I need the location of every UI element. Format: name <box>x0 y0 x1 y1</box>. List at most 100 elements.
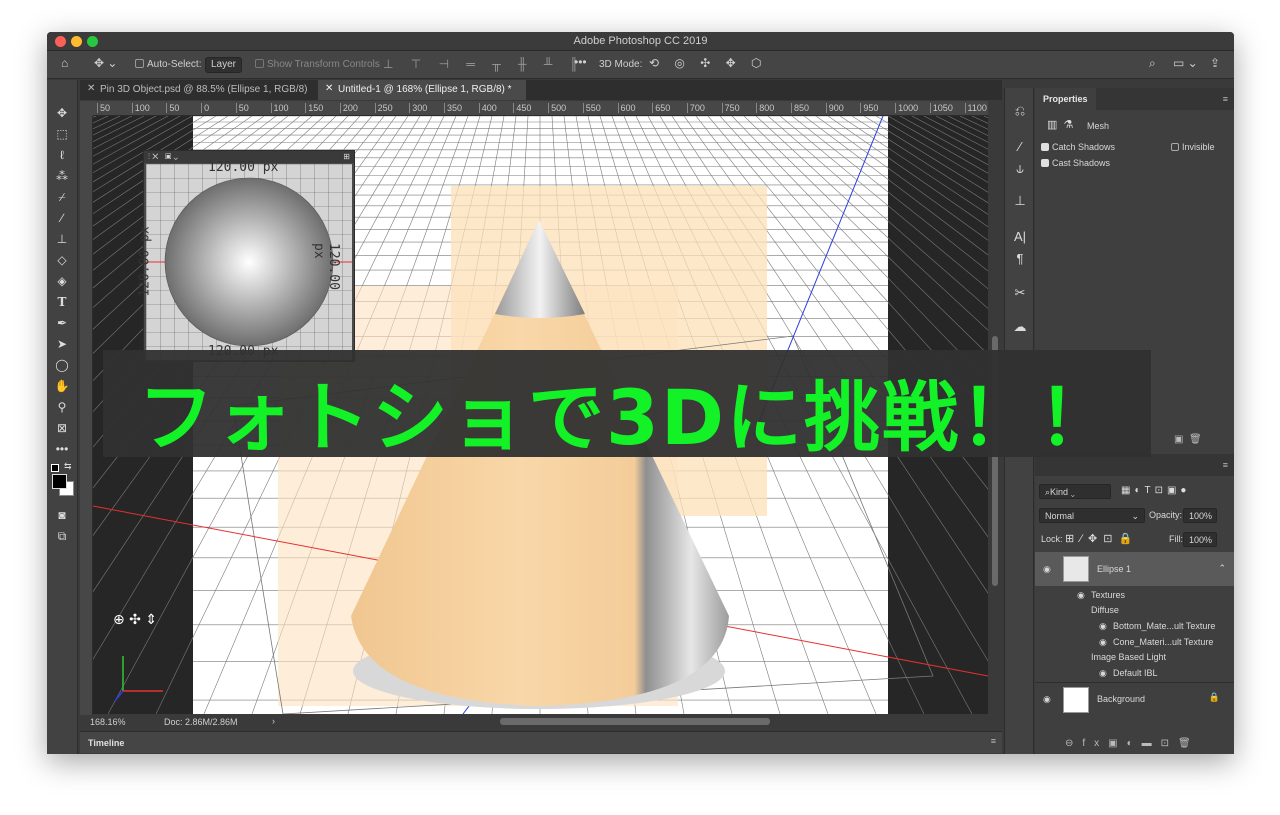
ruler-tick-label: 800 <box>756 103 774 113</box>
stamp-tool-icon[interactable]: ⊥ <box>53 230 71 248</box>
layer-row-background[interactable]: ◉ Background 🔒 <box>1035 682 1234 714</box>
visibility-eye-icon[interactable]: ◉ <box>1043 694 1051 705</box>
ruler-tick-label: 750 <box>721 103 740 113</box>
ruler-tick-label: 350 <box>444 103 462 113</box>
path-select-tool-icon[interactable]: ➤ <box>53 335 71 353</box>
layer-row-ellipse-1[interactable]: ◉ Ellipse 1 ⌃ <box>1035 552 1234 586</box>
layers-menu-icon[interactable]: ≡ <box>1223 460 1228 470</box>
timeline-menu-icon[interactable]: ≡ <box>991 736 996 746</box>
mesh-label: Mesh <box>1087 121 1110 131</box>
invisible-checkbox[interactable]: Invisible <box>1171 142 1215 152</box>
filter-kind-dropdown[interactable]: ⌕Kind ⌄ <box>1039 484 1111 499</box>
layer-row-image-based-light[interactable]: Image Based Light <box>1035 650 1234 666</box>
properties-tab[interactable]: Properties <box>1035 88 1096 110</box>
visibility-eye-icon[interactable]: ◉ <box>1099 668 1107 679</box>
tab-untitled-1[interactable]: ✕ Untitled-1 @ 168% (Ellipse 1, RGB/8) * <box>318 80 526 100</box>
zoom-level[interactable]: 168.16% <box>90 717 126 727</box>
layer-row-diffuse[interactable]: Diffuse <box>1035 603 1234 619</box>
swap-colors-icon[interactable]: ⇆ <box>64 461 72 472</box>
workspace-icon[interactable]: ▭ ⌄ <box>1173 56 1198 70</box>
default-colors-icon[interactable] <box>51 464 59 472</box>
search-icon[interactable]: ⌕ <box>1149 56 1156 71</box>
auto-select-dropdown[interactable]: Layer <box>205 57 243 73</box>
layer-row-default-ibl[interactable]: ◉ Default IBL <box>1035 666 1234 682</box>
opacity-label: Opacity: <box>1149 510 1183 520</box>
window-title: Adobe Photoshop CC 2019 <box>573 35 708 47</box>
banner-text: フォトショで3Dに挑戦！！ <box>138 373 1116 462</box>
blend-mode-dropdown[interactable]: Normal ⌄ <box>1039 508 1145 523</box>
expand-chevron-icon[interactable]: ⌃ <box>1218 563 1226 574</box>
clone-source-icon[interactable]: ⊥ <box>1011 192 1029 210</box>
cast-shadows-checkbox[interactable]: Cast Shadows <box>1041 158 1110 168</box>
3d-mode-icons[interactable]: ⟲ ◎ ✣ ✥ ⬡ <box>649 56 767 70</box>
move-tool-icon[interactable]: ✥ ⌄ <box>94 56 117 70</box>
visibility-eye-icon[interactable]: ◉ <box>1099 621 1107 632</box>
layer-row-cone-material[interactable]: ◉ Cone_Materi...ult Texture <box>1035 635 1234 651</box>
ruler-tick-label: 650 <box>652 103 670 113</box>
visibility-eye-icon[interactable]: ◉ <box>1099 637 1107 648</box>
left-dimension-label: 120.00 px <box>137 226 153 297</box>
lock-icons[interactable]: ⊞∕✥⊡🔒 <box>1065 532 1138 545</box>
magic-wand-tool-icon[interactable]: ⁂ <box>53 167 71 185</box>
brush-tool-icon[interactable]: ∕ <box>53 209 71 227</box>
pen-tool-icon[interactable]: ✒ <box>53 314 71 332</box>
visibility-eye-icon[interactable]: ◉ <box>1077 590 1085 601</box>
more-options-icon[interactable]: ••• <box>574 55 587 69</box>
show-transform-checkbox[interactable]: Show Transform Controls <box>255 59 380 70</box>
move-tool-icon[interactable]: ✥ <box>53 104 71 122</box>
opacity-field[interactable]: 100% <box>1183 508 1217 523</box>
tab-pin-3d-object[interactable]: ✕ Pin 3D Object.psd @ 88.5% (Ellipse 1, … <box>80 80 318 100</box>
3d-nav-icons[interactable]: ⊕ ✣ ⇕ <box>113 612 157 628</box>
brushes-icon[interactable]: ⫝ <box>1011 160 1029 178</box>
layer-name: Cone_Materi...ult Texture <box>1113 637 1214 647</box>
title-bar: Adobe Photoshop CC 2019 <box>47 32 1234 51</box>
brush-settings-icon[interactable]: ∕ <box>1011 138 1029 156</box>
secondary-view-panel[interactable]: ⫶ ✕ ▣ ⌄ ⊞ 120.00 px 120.00 px 120.00 px … <box>138 150 355 362</box>
marquee-tool-icon[interactable]: ⬚ <box>53 125 71 143</box>
ruler-tick-label: 50 <box>97 103 110 113</box>
layer-row-textures[interactable]: ◉ Textures <box>1035 588 1234 604</box>
timeline-tab[interactable]: Timeline <box>88 738 124 748</box>
ruler-tick-label: 450 <box>513 103 531 113</box>
status-arrow-icon[interactable]: › <box>272 716 275 726</box>
eraser-tool-icon[interactable]: ◇ <box>53 251 71 269</box>
more-tools-icon[interactable]: ••• <box>53 440 71 458</box>
character-icon[interactable]: A| <box>1011 228 1029 246</box>
align-icons[interactable]: ⊥ ⊤ ⊣ ═ ╥ ╫ ╨ ║ <box>383 57 585 71</box>
eyedropper-tool-icon[interactable]: ⌿ <box>53 188 71 206</box>
zoom-tool-icon[interactable]: ⚲ <box>53 398 71 416</box>
screen-mode-icon[interactable]: ⧉ <box>53 527 71 545</box>
ellipse-tool-icon[interactable]: ◯ <box>53 356 71 374</box>
libraries-icon[interactable]: ☁ <box>1011 318 1029 336</box>
lasso-tool-icon[interactable]: ℓ <box>53 146 71 164</box>
paragraph-icon[interactable]: ¶ <box>1011 250 1029 268</box>
foreground-color-swatch[interactable] <box>52 474 67 489</box>
type-tool-icon[interactable]: T <box>53 293 71 311</box>
layer-row-bottom-material[interactable]: ◉ Bottom_Mate...ult Texture <box>1035 619 1234 635</box>
hand-tool-icon[interactable]: ✋ <box>53 377 71 395</box>
horizontal-scroll-thumb[interactable] <box>500 718 770 725</box>
frame-tool-icon[interactable]: ⊠ <box>53 419 71 437</box>
panel-menu-icon[interactable]: ≡ <box>1223 94 1228 104</box>
mesh-type-icons[interactable]: ▥ ⚗ <box>1047 118 1073 131</box>
history-icon[interactable]: ⎌ <box>1011 102 1029 120</box>
tool-presets-icon[interactable]: ✂ <box>1011 284 1029 302</box>
close-tab-icon[interactable]: ✕ <box>87 83 95 94</box>
quick-mask-icon[interactable]: ◙ <box>53 506 71 524</box>
status-bar: 168.16% Doc: 2.86M/2.86M › <box>80 715 1002 729</box>
auto-select-checkbox[interactable]: Auto-Select: <box>135 59 201 70</box>
ruler-tick-label: 100 <box>131 103 150 113</box>
ruler-tick-label: 1000 <box>895 103 918 113</box>
properties-footer-icons[interactable]: ▣ 🗑 <box>1174 434 1202 445</box>
layer-thumbnail <box>1063 556 1089 582</box>
catch-shadows-checkbox[interactable]: Catch Shadows <box>1041 142 1115 152</box>
visibility-eye-icon[interactable]: ◉ <box>1043 564 1051 575</box>
home-icon[interactable]: ⌂ <box>61 56 68 70</box>
ruler-tick-label: 50 <box>235 103 249 113</box>
fill-field[interactable]: 100% <box>1183 532 1217 547</box>
paint-bucket-tool-icon[interactable]: ◈ <box>53 272 71 290</box>
close-tab-icon[interactable]: ✕ <box>325 83 333 94</box>
layers-footer-icons[interactable]: ⊖fx▣◐▬⊡🗑 <box>1065 738 1200 749</box>
filter-icons[interactable]: ▦◐T⊡▣● <box>1121 485 1190 496</box>
share-icon[interactable]: ⇪ <box>1210 56 1220 70</box>
